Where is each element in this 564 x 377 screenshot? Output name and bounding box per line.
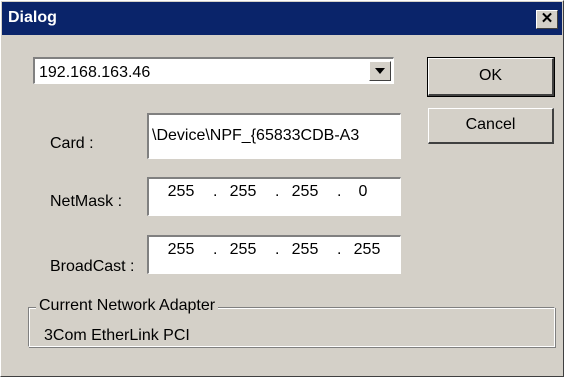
broadcast-ip-field[interactable]: 255 . 255 . 255 . 255: [147, 235, 401, 274]
broadcast-octet-2[interactable]: 255: [225, 239, 261, 261]
netmask-octet-3[interactable]: 255: [287, 181, 323, 203]
card-field[interactable]: \Device\NPF_{65833CDB-A3: [147, 113, 401, 159]
close-icon: ✕: [540, 10, 554, 27]
adapter-combobox[interactable]: 192.168.163.46: [33, 57, 394, 84]
broadcast-dot-1: .: [213, 241, 218, 258]
netmask-octet-2[interactable]: 255: [225, 181, 261, 203]
netmask-dot-2: .: [275, 183, 280, 200]
netmask-label: NetMask :: [50, 193, 123, 210]
netmask-octet-4[interactable]: 0: [345, 181, 381, 203]
broadcast-octet-1[interactable]: 255: [163, 239, 199, 261]
broadcast-octets: 255 . 255 . 255 . 255: [149, 239, 400, 261]
window-title: Dialog: [8, 9, 57, 26]
chevron-down-icon: [375, 68, 385, 74]
broadcast-octet-4[interactable]: 255: [349, 239, 385, 261]
adapter-combobox-dropdown-button[interactable]: [369, 61, 391, 81]
netmask-octets: 255 . 255 . 255 . 0: [149, 181, 400, 203]
ok-button-label: OK: [478, 67, 503, 84]
title-bar[interactable]: Dialog ✕: [2, 2, 562, 35]
card-field-value: \Device\NPF_{65833CDB-A3: [152, 127, 360, 144]
cancel-button-label: Cancel: [465, 116, 516, 133]
netmask-dot-1: .: [213, 183, 218, 200]
card-label: Card :: [50, 135, 94, 152]
netmask-ip-field[interactable]: 255 . 255 . 255 . 0: [147, 177, 401, 216]
ok-button[interactable]: OK: [427, 57, 555, 97]
current-adapter-value: 3Com EtherLink PCI: [44, 327, 190, 344]
current-adapter-legend: Current Network Adapter: [36, 297, 219, 315]
dialog-window: Dialog ✕ 192.168.163.46 OK Cancel Card :…: [0, 0, 564, 377]
cancel-button[interactable]: Cancel: [428, 108, 554, 144]
broadcast-dot-2: .: [275, 241, 280, 258]
broadcast-label: BroadCast :: [50, 258, 135, 275]
broadcast-dot-3: .: [337, 241, 342, 258]
netmask-octet-1[interactable]: 255: [163, 181, 199, 203]
broadcast-octet-3[interactable]: 255: [287, 239, 323, 261]
netmask-dot-3: .: [337, 183, 342, 200]
adapter-combobox-value: 192.168.163.46: [39, 64, 151, 81]
close-button[interactable]: ✕: [536, 10, 558, 29]
